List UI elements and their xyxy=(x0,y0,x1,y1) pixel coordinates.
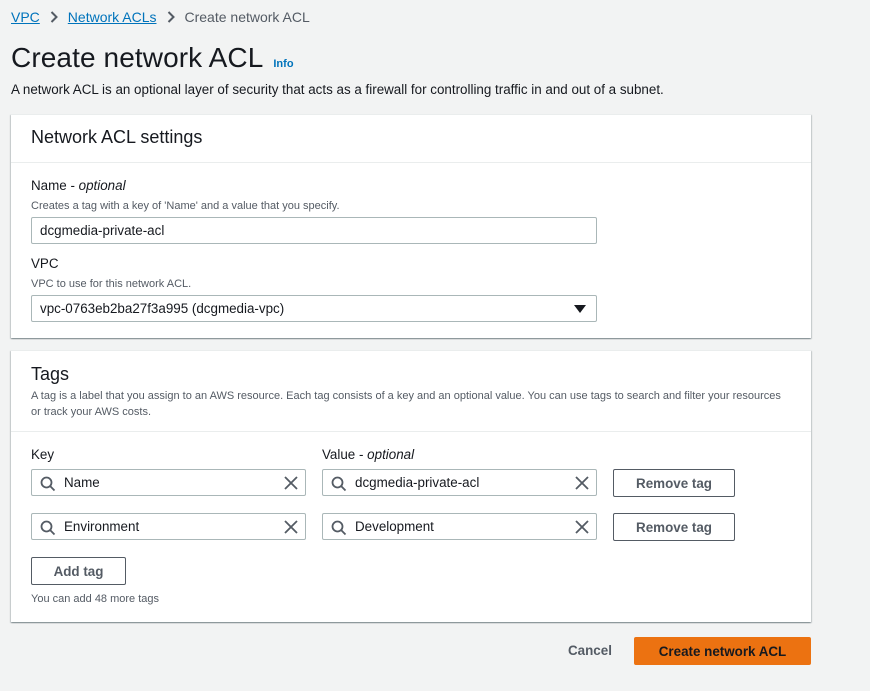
remove-tag-button[interactable]: Remove tag xyxy=(613,469,735,497)
create-network-acl-button[interactable]: Create network ACL xyxy=(634,637,811,665)
search-icon xyxy=(40,520,56,539)
name-input[interactable]: dcgmedia-private-acl xyxy=(31,217,597,244)
optional-text: optional xyxy=(367,447,415,462)
breadcrumb: VPC Network ACLs Create network ACL xyxy=(11,7,310,27)
clear-icon[interactable] xyxy=(575,476,589,493)
add-tag-button[interactable]: Add tag xyxy=(31,557,126,585)
tags-panel: Tags A tag is a label that you assign to… xyxy=(11,350,811,622)
page-header: Create network ACL Info xyxy=(11,42,294,74)
value-label-text: Value xyxy=(322,447,356,462)
search-icon xyxy=(331,520,347,539)
search-icon xyxy=(40,476,56,495)
cancel-button[interactable]: Cancel xyxy=(568,643,612,658)
clear-icon[interactable] xyxy=(284,476,298,493)
name-field-label: Name - optional xyxy=(31,178,126,193)
search-icon xyxy=(331,476,347,495)
tag-value-input[interactable]: Development xyxy=(322,513,597,540)
optional-text: optional xyxy=(78,178,126,193)
name-hint: Creates a tag with a key of 'Name' and a… xyxy=(31,200,340,212)
vpc-hint: VPC to use for this network ACL. xyxy=(31,278,192,290)
key-column-label: Key xyxy=(31,447,55,462)
page-title: Create network ACL xyxy=(11,42,264,73)
caret-down-icon xyxy=(574,305,586,313)
tag-key-input[interactable]: Name xyxy=(31,469,306,496)
tag-value-input[interactable]: dcgmedia-private-acl xyxy=(322,469,597,496)
name-label-text: Name xyxy=(31,178,67,193)
chevron-right-icon xyxy=(167,11,175,23)
remove-tag-button[interactable]: Remove tag xyxy=(613,513,735,541)
chevron-right-icon xyxy=(50,11,58,23)
network-acl-settings-panel: Network ACL settings Name - optional Cre… xyxy=(11,114,811,338)
clear-icon[interactable] xyxy=(284,520,298,537)
panel-title: Network ACL settings xyxy=(31,127,203,147)
name-input-value: dcgmedia-private-acl xyxy=(40,223,165,238)
tag-key-input[interactable]: Environment xyxy=(31,513,306,540)
info-link[interactable]: Info xyxy=(273,58,293,70)
panel-header: Tags A tag is a label that you assign to… xyxy=(11,351,811,432)
vpc-select-value: vpc-0763eb2ba27f3a995 (dcgmedia-vpc) xyxy=(40,301,285,316)
vpc-select[interactable]: vpc-0763eb2ba27f3a995 (dcgmedia-vpc) xyxy=(31,295,597,322)
vpc-field-label: VPC xyxy=(31,256,59,271)
panel-title: Tags xyxy=(31,364,70,384)
value-column-label: Value - optional xyxy=(322,447,415,462)
panel-header: Network ACL settings xyxy=(11,115,811,163)
remaining-tags-text: You can add 48 more tags xyxy=(31,593,160,605)
page-description: A network ACL is an optional layer of se… xyxy=(11,82,664,97)
breadcrumb-vpc-link[interactable]: VPC xyxy=(11,9,40,25)
breadcrumb-current: Create network ACL xyxy=(184,9,310,25)
tags-description: A tag is a label that you assign to an A… xyxy=(31,390,781,418)
breadcrumb-network-acls-link[interactable]: Network ACLs xyxy=(68,9,157,25)
clear-icon[interactable] xyxy=(575,520,589,537)
